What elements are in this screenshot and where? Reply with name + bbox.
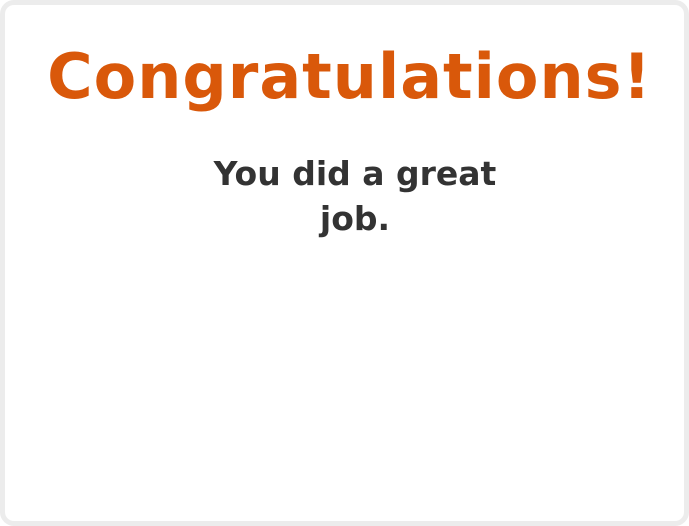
congratulations-message: You did a great job. [213, 154, 497, 238]
congratulations-title: Congratulations! [47, 40, 652, 113]
congratulations-card: Congratulations! You did a great job. [0, 0, 689, 526]
